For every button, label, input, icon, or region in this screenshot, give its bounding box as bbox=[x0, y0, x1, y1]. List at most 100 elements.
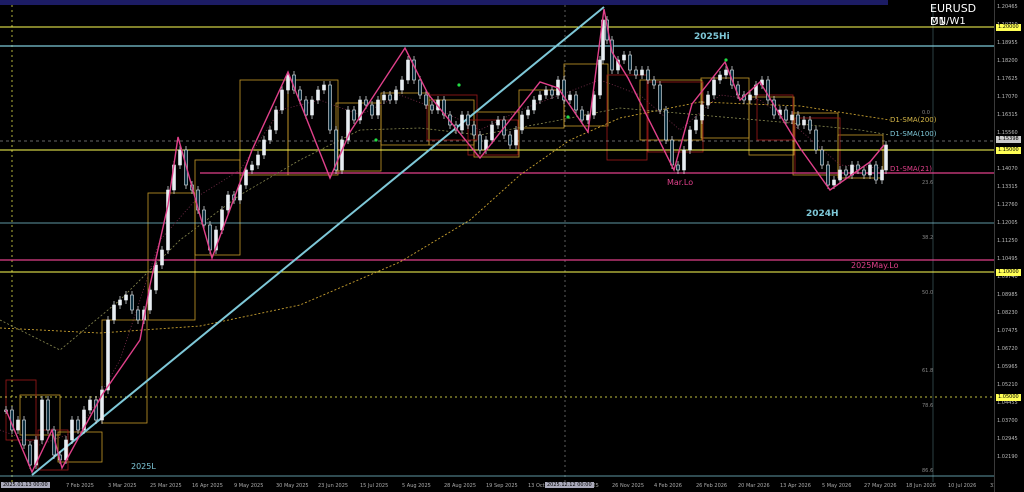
candle-body bbox=[286, 74, 290, 91]
weekly-range-box bbox=[147, 192, 196, 321]
time-tick-label: 16 Apr 2025 bbox=[192, 483, 223, 489]
price-tick-label: 1.12760 bbox=[997, 202, 1018, 208]
candle-body bbox=[460, 114, 464, 131]
candle-body bbox=[808, 119, 812, 131]
candle-body bbox=[304, 99, 308, 116]
candle-body bbox=[310, 99, 314, 116]
time-tick-label: 5 Aug 2025 bbox=[402, 483, 431, 489]
trendline-uptrend bbox=[31, 6, 605, 476]
weekly-range-box bbox=[380, 92, 430, 146]
price-tick-label: 1.18955 bbox=[997, 40, 1018, 46]
price-tick-label: 1.13315 bbox=[997, 184, 1018, 190]
time-tick-label: 23 Jun 2025 bbox=[318, 483, 349, 489]
candle-body bbox=[178, 149, 182, 166]
candle-body bbox=[328, 84, 332, 131]
candle-body bbox=[826, 164, 830, 186]
candle-body bbox=[526, 109, 530, 116]
candle-body bbox=[280, 89, 284, 111]
candle-body bbox=[112, 304, 116, 321]
time-axis: 2025.01.13 00:00 7 Feb 2025 3 Mar 2025 25 M… bbox=[0, 482, 1018, 492]
time-tick-label: 25 Mar 2025 bbox=[150, 483, 182, 489]
candle-body bbox=[640, 69, 644, 76]
fibo-level: 86.6 bbox=[922, 468, 934, 474]
time-tick-label: 5 May 2026 bbox=[822, 483, 852, 489]
label-2025-hi: 2025Hi bbox=[694, 32, 730, 42]
price-chart[interactable] bbox=[0, 0, 994, 482]
price-axis[interactable]: 1.204651.197101.189551.182001.176251.170… bbox=[994, 0, 1024, 492]
candle-body bbox=[796, 114, 800, 126]
weekly-range-box bbox=[639, 79, 703, 141]
candle-body bbox=[106, 319, 110, 391]
candle-body bbox=[712, 79, 716, 96]
candle-body bbox=[694, 119, 698, 131]
candle-body bbox=[388, 94, 392, 101]
label-2025-l: 2025L bbox=[131, 462, 156, 471]
time-tick-label: 13 Apr 2026 bbox=[780, 483, 811, 489]
candle-body bbox=[70, 419, 74, 441]
candle-body bbox=[664, 109, 668, 141]
candle-body bbox=[268, 129, 272, 141]
candle-body bbox=[244, 169, 248, 186]
time-tick-label: 28 Aug 2025 bbox=[444, 483, 477, 489]
candle-body bbox=[574, 94, 578, 111]
price-tick-label: 1.06720 bbox=[997, 346, 1018, 352]
fibo-level: 50.0 bbox=[922, 290, 934, 296]
chart-timeframes: MN/W1 bbox=[930, 16, 966, 27]
candle-body bbox=[670, 139, 674, 166]
time-tick-label: 27 May 2026 bbox=[864, 483, 897, 489]
candle-body bbox=[748, 94, 752, 101]
candle-body bbox=[472, 124, 476, 136]
candle-body bbox=[226, 194, 230, 211]
time-cursor-label: 2025.12.12 00:00 bbox=[545, 482, 594, 488]
time-tick-label: 19 Sep 2025 bbox=[486, 483, 518, 489]
candle-body bbox=[514, 129, 518, 146]
candle-body bbox=[160, 249, 164, 266]
time-first-label: 2025.01.13 00:00 bbox=[1, 482, 50, 488]
candle-body bbox=[124, 294, 128, 301]
sma100-line bbox=[0, 107, 891, 351]
time-tick-label: 9 May 2025 bbox=[234, 483, 264, 489]
candle-body bbox=[646, 69, 650, 81]
candle-body bbox=[16, 419, 20, 431]
price-tick-label: 1.05965 bbox=[997, 364, 1018, 370]
candle-body bbox=[634, 69, 638, 76]
candle-body bbox=[490, 124, 494, 141]
fibo-level: 38.2 bbox=[922, 235, 934, 241]
chart-area[interactable]: EURUSD D1 MN/W1 2025Hi D1-SMA(200) D1-SM… bbox=[0, 0, 1018, 492]
candle-body bbox=[508, 134, 512, 146]
candle-body bbox=[136, 309, 140, 321]
price-level-tag: 1.15398 bbox=[996, 136, 1021, 143]
label-sma100: D1-SMA(100) bbox=[890, 130, 937, 138]
candle-body bbox=[262, 139, 266, 156]
zigzag-line bbox=[5, 8, 885, 474]
candle-body bbox=[814, 129, 818, 151]
candle-body bbox=[376, 99, 380, 116]
monthly-range-box bbox=[606, 74, 648, 161]
candle-body bbox=[274, 109, 278, 131]
label-mar-lo: Mar.Lo bbox=[667, 178, 694, 187]
time-tick-label: 30 May 2025 bbox=[276, 483, 309, 489]
candle-body bbox=[496, 119, 500, 126]
candle-body bbox=[130, 294, 134, 311]
candle-body bbox=[622, 54, 626, 61]
candle-body bbox=[880, 169, 884, 181]
fractal-marker bbox=[724, 58, 728, 62]
price-level-tag: 1.20000 bbox=[996, 24, 1021, 31]
price-tick-label: 1.18200 bbox=[997, 58, 1018, 64]
candle-body bbox=[466, 114, 470, 126]
candle-body bbox=[256, 154, 260, 166]
price-tick-label: 1.08985 bbox=[997, 292, 1018, 298]
time-tick-label: 26 Nov 2025 bbox=[612, 483, 645, 489]
fractal-marker bbox=[374, 138, 378, 142]
candle-body bbox=[700, 104, 704, 121]
candle-body bbox=[820, 149, 824, 166]
price-tick-label: 1.05210 bbox=[997, 382, 1018, 388]
candle-body bbox=[688, 129, 692, 151]
price-level-tag: 1.15000 bbox=[996, 147, 1021, 154]
fibo-level: 61.8 bbox=[922, 368, 934, 374]
candle-body bbox=[430, 104, 434, 111]
candle-body bbox=[202, 209, 206, 226]
candle-body bbox=[250, 164, 254, 171]
candle-body bbox=[676, 164, 680, 171]
fractal-marker bbox=[457, 83, 461, 87]
